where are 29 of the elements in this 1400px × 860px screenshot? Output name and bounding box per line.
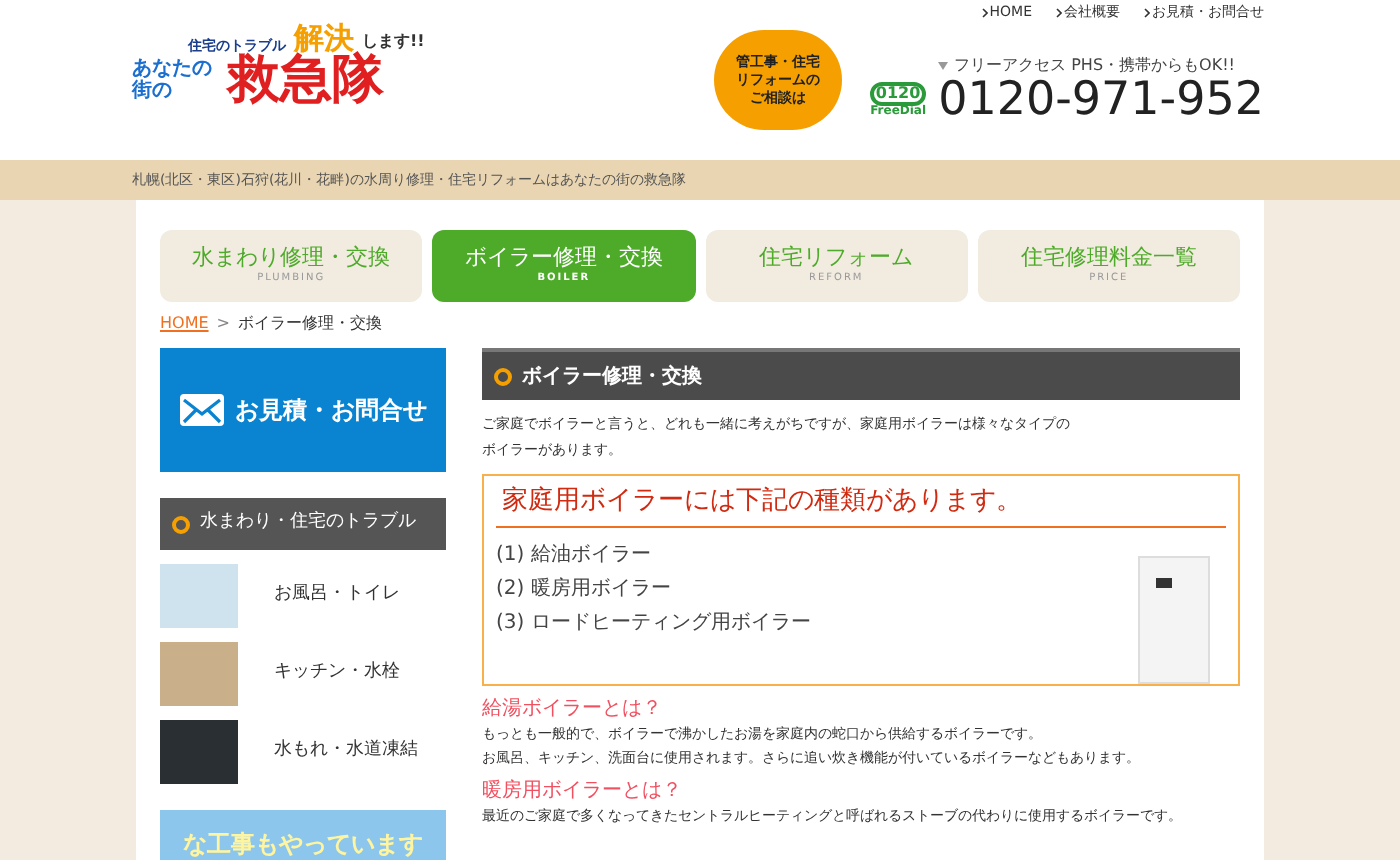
contact-button[interactable]: お見積・お問合せ [160, 348, 446, 472]
subsection-heading: 暖房用ボイラーとは？ [482, 778, 684, 804]
logo-name: 救急隊 [228, 54, 384, 106]
mail-icon [179, 394, 223, 426]
photo-placeholder [160, 720, 238, 784]
subsection-heading: 給湯ボイラーとは？ [482, 696, 664, 722]
sidebar-item[interactable]: 水もれ・水道凍結 [160, 720, 446, 784]
contact-note: フリーアクセス PHS・携帯からもOK!! [954, 53, 1235, 77]
photo-placeholder [160, 642, 238, 706]
logo-suffix: します!! [362, 30, 425, 51]
section-heading: ボイラー修理・交換 [482, 348, 1240, 400]
logo-sub: あなたの街の [132, 58, 214, 102]
box-title: 家庭用ボイラーには下記の種類があります。 [496, 482, 1226, 527]
photo-placeholder [160, 564, 238, 628]
boiler-type: (3) ロードヒーティング用ボイラー [496, 609, 813, 637]
phone-number: 0120-971-952 [938, 77, 1264, 123]
chevron-icon [1056, 7, 1062, 18]
sidebar-heading: 水まわり・住宅のトラブル [160, 498, 446, 550]
chevron-icon [981, 7, 988, 18]
sidebar-item[interactable]: お風呂・トイレ [160, 564, 446, 628]
boiler-drawing [1138, 556, 1210, 684]
triangle-icon [938, 61, 949, 69]
sidebar-item[interactable]: キッチン・水栓 [160, 642, 446, 706]
chevron-icon [1144, 7, 1150, 18]
boiler-type: (2) 暖房用ボイラー [496, 575, 673, 603]
breadcrumb-current: ボイラー修理・交換 [237, 312, 382, 336]
boiler-type: (1) 給油ボイラー [496, 541, 653, 569]
logo-highlight: 解決 [294, 24, 354, 54]
breadcrumb-separator: > [216, 312, 230, 336]
